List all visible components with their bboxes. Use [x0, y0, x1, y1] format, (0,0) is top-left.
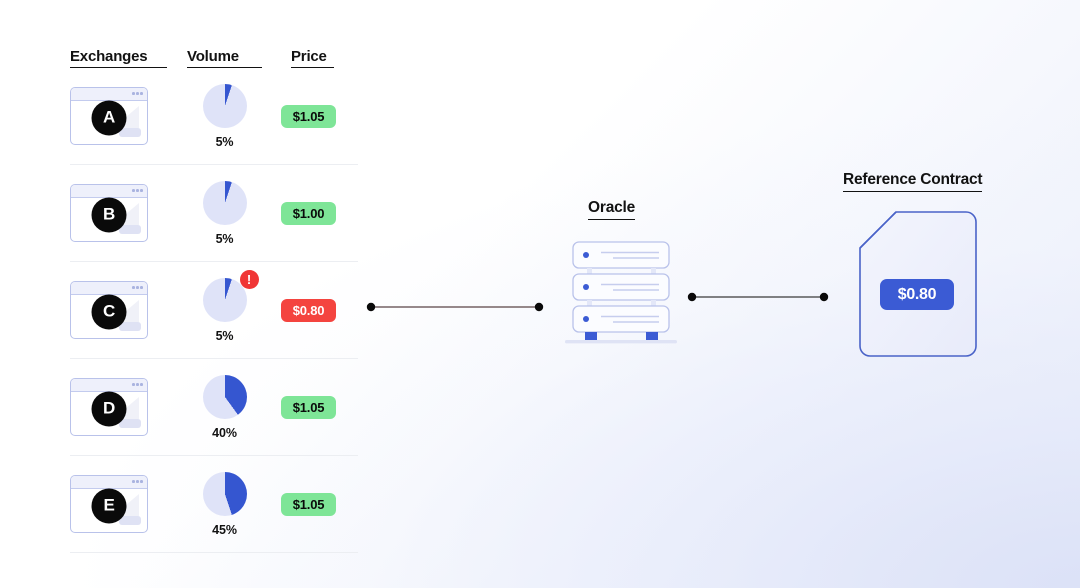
browser-title-bar	[71, 185, 147, 198]
browser-title-bar	[71, 476, 147, 489]
contract-price-badge: $0.80	[880, 279, 954, 310]
exchange-letter-avatar: D	[91, 391, 127, 427]
volume-pie-chart	[202, 471, 247, 516]
exchange-cell: C	[70, 281, 167, 339]
volume-pie-wrap	[202, 180, 247, 225]
column-header-volume: Volume	[187, 48, 262, 68]
window-controls-icon	[132, 286, 143, 289]
volume-pie-wrap	[202, 83, 247, 128]
table-row[interactable]: D 40% $1.05	[70, 359, 358, 456]
card-decoration-button	[119, 322, 141, 331]
exchange-cell: D	[70, 378, 167, 436]
server-stack-icon	[565, 241, 677, 344]
price-cell: $0.80	[281, 298, 353, 322]
exchange-card-b[interactable]: B	[70, 184, 148, 242]
price-badge: $1.05	[281, 104, 336, 128]
volume-cell: 40%	[187, 374, 262, 440]
exchange-card-c[interactable]: C	[70, 281, 148, 339]
volume-percent-label: 5%	[215, 328, 234, 343]
volume-percent-label: 40%	[212, 425, 237, 440]
table-row[interactable]: E 45% $1.05	[70, 456, 358, 553]
browser-title-bar	[71, 379, 147, 392]
browser-title-bar	[71, 282, 147, 295]
price-cell: $1.00	[281, 201, 353, 225]
reference-contract-title: Reference Contract	[843, 171, 983, 192]
table-row[interactable]: C! 5% $0.80	[70, 262, 358, 359]
price-cell: $1.05	[281, 492, 353, 516]
volume-percent-label: 5%	[215, 231, 234, 246]
price-alert-icon[interactable]: !	[239, 269, 259, 289]
card-decoration-button	[119, 128, 141, 137]
exchange-letter-avatar: C	[91, 294, 127, 330]
volume-percent-label: 45%	[212, 522, 237, 537]
connector-exchanges-to-oracle	[366, 302, 544, 312]
volume-pie-wrap	[202, 471, 247, 516]
volume-cell: 5%	[187, 83, 262, 149]
window-controls-icon	[132, 92, 143, 95]
price-badge: $1.05	[281, 395, 336, 419]
volume-pie-chart	[202, 180, 247, 225]
window-controls-icon	[132, 189, 143, 192]
volume-pie-wrap	[202, 374, 247, 419]
price-badge: $1.05	[281, 492, 336, 516]
window-controls-icon	[132, 383, 143, 386]
volume-cell: 45%	[187, 471, 262, 537]
exchange-card-e[interactable]: E	[70, 475, 148, 533]
card-decoration-button	[119, 516, 141, 525]
card-decoration-button	[119, 419, 141, 428]
table-row[interactable]: A 5% $1.05	[70, 68, 358, 165]
column-header-exchanges: Exchanges	[70, 48, 167, 68]
exchange-card-d[interactable]: D	[70, 378, 148, 436]
volume-pie-chart	[202, 277, 247, 322]
exchanges-table: Exchanges Volume Price A 5% $1.05 B 5% $1.00 C…	[70, 24, 358, 553]
column-header-price: Price	[291, 48, 334, 68]
diagram-canvas: Exchanges Volume Price A 5% $1.05 B 5% $1.00 C…	[0, 0, 1080, 588]
volume-pie-wrap: !	[202, 269, 259, 322]
exchange-letter-avatar: B	[91, 197, 127, 233]
volume-cell: ! 5%	[187, 269, 262, 343]
card-decoration-button	[119, 225, 141, 234]
oracle-title: Oracle	[588, 199, 635, 220]
exchange-letter-avatar: E	[91, 488, 127, 524]
exchange-card-a[interactable]: A	[70, 87, 148, 145]
exchange-cell: E	[70, 475, 167, 533]
table-row[interactable]: B 5% $1.00	[70, 165, 358, 262]
exchange-cell: B	[70, 184, 167, 242]
browser-title-bar	[71, 88, 147, 101]
price-badge: $0.80	[281, 298, 336, 322]
table-header-row: Exchanges Volume Price	[70, 24, 358, 68]
price-badge: $1.00	[281, 201, 336, 225]
volume-percent-label: 5%	[215, 134, 234, 149]
window-controls-icon	[132, 480, 143, 483]
volume-pie-chart	[202, 83, 247, 128]
table-body: A 5% $1.05 B 5% $1.00 C! 5% $0.80 D 40% $1.05 E 45% $1…	[70, 68, 358, 553]
volume-cell: 5%	[187, 180, 262, 246]
volume-pie-chart	[202, 374, 247, 419]
price-cell: $1.05	[281, 395, 353, 419]
price-cell: $1.05	[281, 104, 353, 128]
exchange-cell: A	[70, 87, 167, 145]
connector-oracle-to-contract	[687, 292, 829, 302]
exchange-letter-avatar: A	[91, 100, 127, 136]
